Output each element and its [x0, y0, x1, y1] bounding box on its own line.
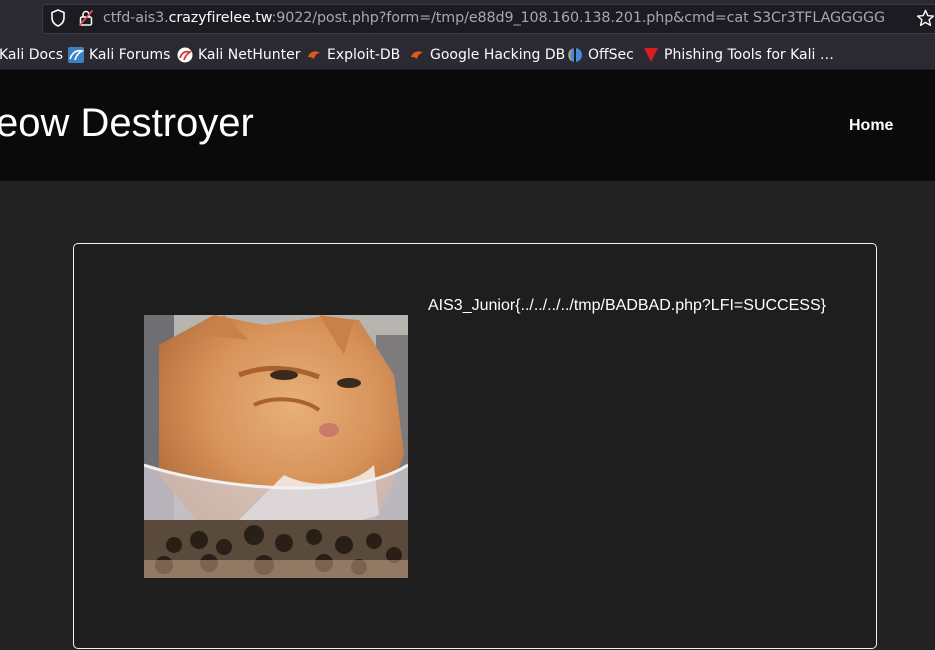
- insecure-lock-icon[interactable]: [79, 10, 93, 26]
- shield-icon[interactable]: [50, 9, 66, 27]
- bookmark-label: Google Hacking DB: [430, 47, 566, 63]
- cat-photo-image: [144, 315, 408, 578]
- kali-nethunter-icon: [177, 47, 193, 63]
- exploit-db-icon: [308, 51, 320, 59]
- browser-toolbar: ctfd-ais3.crazyfirelee.tw:9022/post.php?…: [0, 0, 935, 38]
- bookmark-label: Kali Forums: [89, 47, 171, 63]
- url-prefix: ctfd-ais3.: [103, 10, 169, 26]
- url-text[interactable]: ctfd-ais3.crazyfirelee.tw:9022/post.php?…: [103, 10, 885, 26]
- bookmark-label: Kali NetHunter: [198, 47, 301, 63]
- bookmark-phishing-tools[interactable]: Phishing Tools for Kali …: [643, 46, 834, 64]
- bookmark-star-icon[interactable]: [916, 9, 935, 28]
- url-path: :9022/post.php?form=/tmp/e88d9_108.160.1…: [271, 10, 886, 26]
- bookmark-label: Kali Docs: [0, 47, 64, 63]
- flag-text: AIS3_Junior{../../../../tmp/BADBAD.php?L…: [428, 297, 826, 314]
- bookmark-kali-docs[interactable]: Kali Docs: [0, 46, 63, 64]
- bookmark-google-hacking-db[interactable]: Google Hacking DB: [409, 46, 565, 64]
- phishing-tools-icon: [644, 48, 658, 62]
- bookmarks-bar: Kali Docs Kali Forums Kali NetHunter Exp…: [0, 38, 935, 70]
- google-hacking-db-icon: [411, 51, 423, 59]
- bookmark-kali-nethunter[interactable]: Kali NetHunter: [177, 46, 300, 64]
- bookmark-offsec[interactable]: OffSec: [567, 46, 634, 64]
- bookmark-exploit-db[interactable]: Exploit-DB: [306, 46, 400, 64]
- url-host: crazyfirelee.tw: [168, 10, 272, 26]
- bookmark-label: OffSec: [588, 47, 634, 63]
- bookmark-label: Exploit-DB: [327, 47, 401, 63]
- cat-photo: [144, 315, 408, 578]
- bookmark-label: Phishing Tools for Kali …: [664, 47, 834, 63]
- site-title: eow Destroyer: [0, 101, 254, 145]
- nav-home-link[interactable]: Home: [849, 117, 893, 135]
- kali-forums-icon: [68, 47, 84, 63]
- offsec-icon: [568, 48, 582, 62]
- site-header: eow Destroyer Home: [0, 70, 935, 181]
- bookmark-kali-forums[interactable]: Kali Forums: [68, 46, 170, 64]
